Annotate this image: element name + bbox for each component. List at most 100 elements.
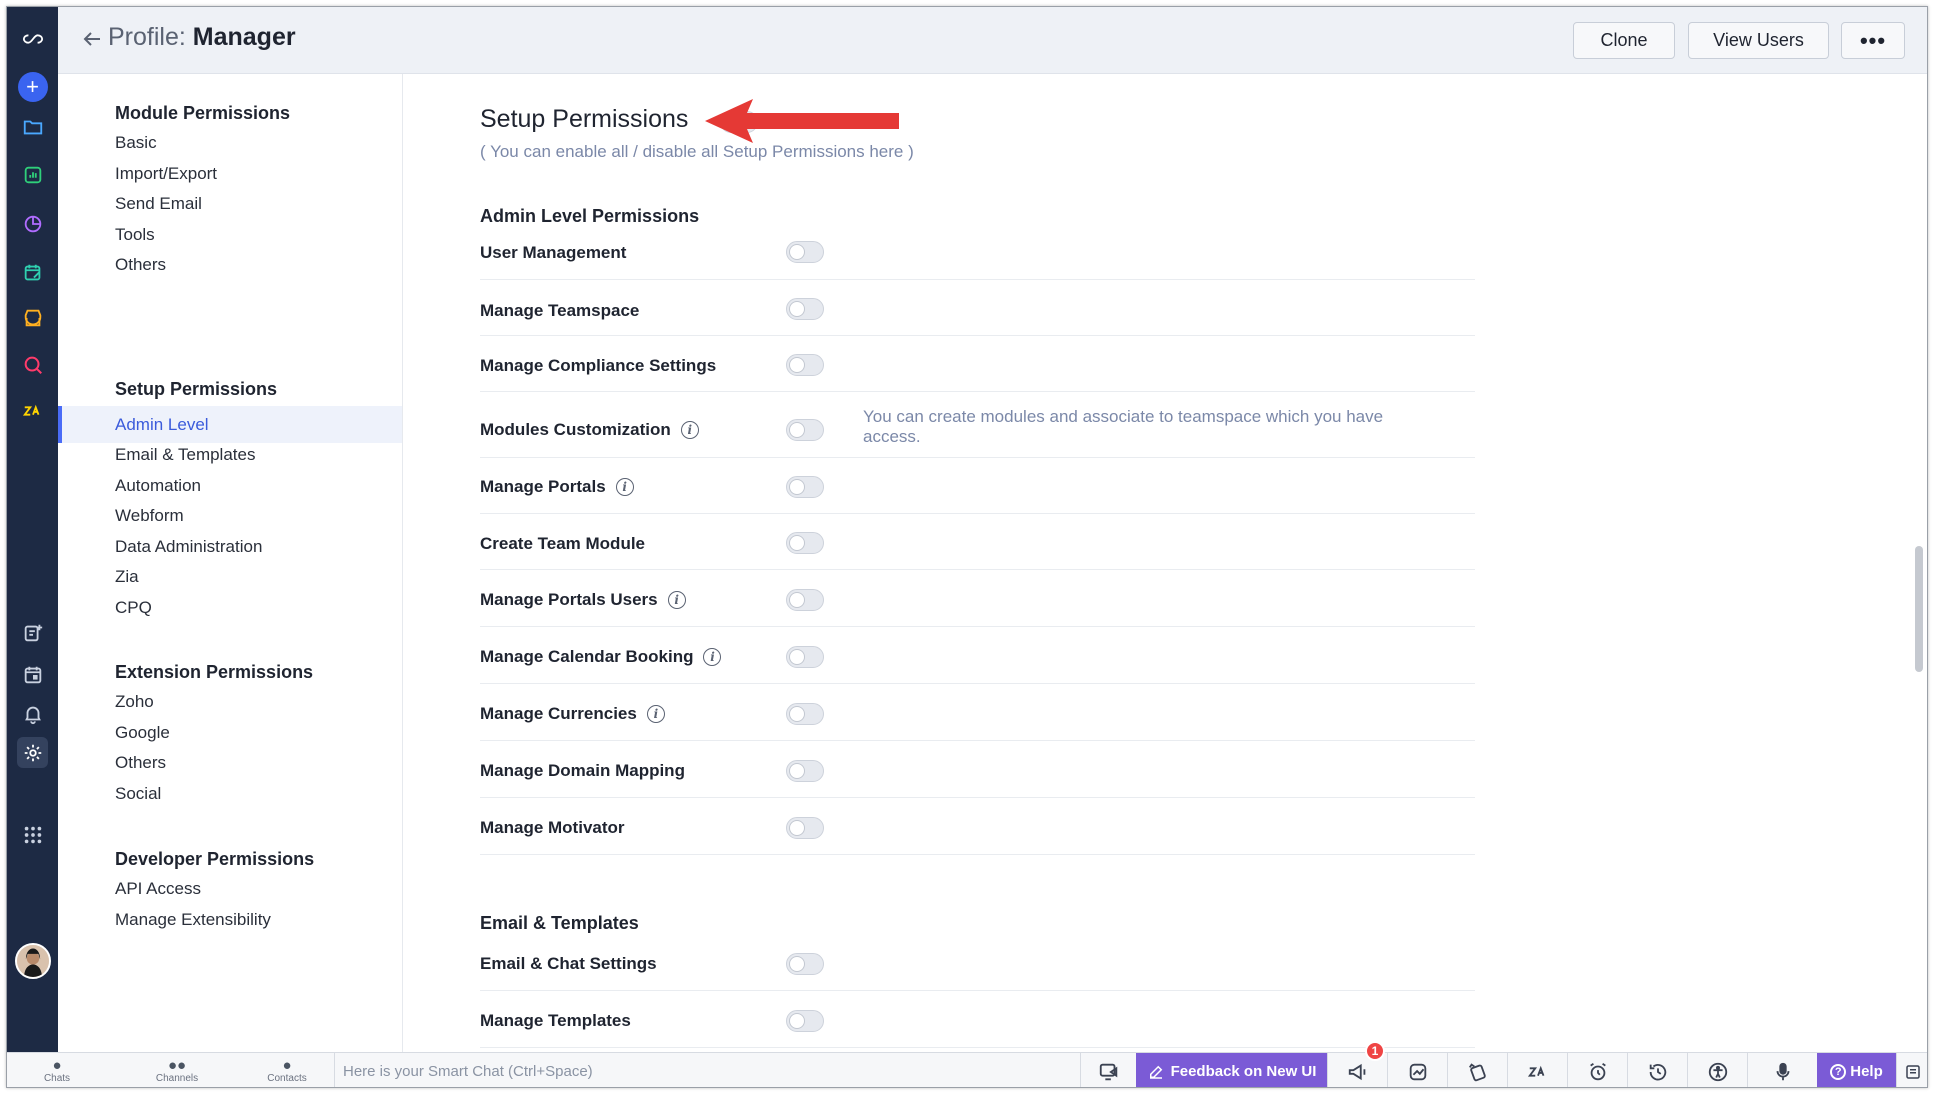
left-rail: + xyxy=(7,7,58,1052)
permission-label: Manage Templates xyxy=(480,1011,631,1030)
clone-button[interactable]: Clone xyxy=(1573,22,1675,59)
nav-section-title: Module Permissions xyxy=(115,103,291,123)
activity-chart-icon[interactable] xyxy=(1387,1053,1447,1087)
vertical-scrollbar[interactable] xyxy=(1915,546,1923,672)
nav-item-others[interactable]: Others xyxy=(115,255,166,275)
info-icon[interactable]: i xyxy=(680,421,699,439)
permission-toggle[interactable] xyxy=(786,1010,824,1032)
permission-toggle[interactable] xyxy=(786,589,824,611)
permission-label: Modules Customization i xyxy=(480,420,699,440)
chats-button[interactable]: ● Chats xyxy=(27,1053,87,1087)
help-button[interactable]: ? Help xyxy=(1817,1053,1896,1087)
permission-description: You can create modules and associate to … xyxy=(863,407,1384,446)
alarm-clock-icon[interactable] xyxy=(1567,1053,1627,1087)
permission-toggle[interactable] xyxy=(786,476,824,498)
folder-icon[interactable] xyxy=(17,111,48,142)
user-avatar[interactable] xyxy=(15,943,51,979)
apps-grid-icon[interactable] xyxy=(17,819,48,850)
annotation-arrow-icon xyxy=(705,99,899,143)
permission-label: User Management xyxy=(480,243,627,262)
nav-item-manage-extensibility[interactable]: Manage Extensibility xyxy=(115,910,271,930)
page-title: Profile: Manager xyxy=(108,23,296,52)
nav-item-send-email[interactable]: Send Email xyxy=(115,194,202,214)
notes-icon[interactable] xyxy=(1896,1053,1927,1087)
nav-item-cpq[interactable]: CPQ xyxy=(115,598,152,618)
more-options-button[interactable]: ••• xyxy=(1841,22,1905,59)
bell-icon[interactable] xyxy=(17,698,48,729)
permissions-subnav: Module Permissions Basic Import/Export S… xyxy=(58,74,403,1052)
nav-item-social[interactable]: Social xyxy=(115,784,161,804)
permission-row: Manage Portals Users i xyxy=(480,570,1475,627)
channels-button[interactable]: ●● Channels xyxy=(137,1053,217,1087)
nav-item-email-templates[interactable]: Email & Templates xyxy=(115,445,255,465)
zia-assistant-icon[interactable] xyxy=(1507,1053,1567,1087)
nav-item-zoho[interactable]: Zoho xyxy=(115,692,154,712)
notification-badge: 1 xyxy=(1365,1041,1385,1061)
permission-label: Manage Domain Mapping xyxy=(480,761,685,780)
info-icon[interactable]: i xyxy=(667,591,686,609)
permission-toggle[interactable] xyxy=(786,419,824,441)
nav-item-admin-level[interactable]: Admin Level xyxy=(115,415,209,435)
store-icon[interactable] xyxy=(17,302,48,333)
contacts-button[interactable]: ● Contacts xyxy=(247,1053,327,1087)
nav-item-basic[interactable]: Basic xyxy=(115,133,157,153)
permission-label: Manage Calendar Booking i xyxy=(480,647,722,667)
accessibility-icon[interactable] xyxy=(1687,1053,1747,1087)
back-arrow-icon[interactable] xyxy=(80,27,104,51)
permission-toggle[interactable] xyxy=(786,953,824,975)
permission-row: Manage Templates xyxy=(480,991,1475,1048)
zia-icon[interactable] xyxy=(17,395,48,426)
bottom-bar: ● Chats ●● Channels ● Contacts Here is y… xyxy=(7,1041,1927,1087)
smart-chat-input[interactable]: Here is your Smart Chat (Ctrl+Space) xyxy=(334,1053,1074,1087)
permission-row: Manage Compliance Settings xyxy=(480,336,1475,392)
feedback-button[interactable]: Feedback on New UI xyxy=(1136,1053,1327,1087)
info-icon[interactable]: i xyxy=(646,705,665,723)
permission-row: Manage Teamspace xyxy=(480,280,1475,336)
nav-item-tools[interactable]: Tools xyxy=(115,225,155,245)
calendar-icon[interactable] xyxy=(17,659,48,690)
permission-label: Manage Portals i xyxy=(480,477,634,497)
permission-row: Email & Chat Settings xyxy=(480,934,1475,991)
permission-toggle[interactable] xyxy=(786,532,824,554)
search-icon[interactable] xyxy=(17,349,48,380)
create-icon[interactable]: + xyxy=(17,71,48,102)
permission-toggle[interactable] xyxy=(786,241,824,263)
microphone-icon[interactable] xyxy=(1747,1053,1817,1087)
nav-item-zia[interactable]: Zia xyxy=(115,567,139,587)
permission-label: Manage Teamspace xyxy=(480,301,640,320)
nav-item-google[interactable]: Google xyxy=(115,723,170,743)
calendar-edit-icon[interactable] xyxy=(17,257,48,288)
notes-add-icon[interactable] xyxy=(17,617,48,648)
permission-label: Email & Chat Settings xyxy=(480,954,657,973)
analytics-icon[interactable] xyxy=(17,159,48,190)
group-title: Email & Templates xyxy=(480,913,639,933)
permission-toggle[interactable] xyxy=(786,760,824,782)
nav-item-webform[interactable]: Webform xyxy=(115,506,184,526)
screen-share-icon[interactable] xyxy=(1080,1053,1136,1087)
permission-toggle[interactable] xyxy=(786,646,824,668)
settings-gear-icon[interactable] xyxy=(17,737,48,768)
info-icon[interactable]: i xyxy=(615,478,634,496)
nav-item-import-export[interactable]: Import/Export xyxy=(115,164,217,184)
nav-item-automation[interactable]: Automation xyxy=(115,476,201,496)
reports-icon[interactable] xyxy=(17,208,48,239)
nav-item-api-access[interactable]: API Access xyxy=(115,879,201,899)
permission-row: Create Team Module xyxy=(480,514,1475,570)
app-logo-icon[interactable] xyxy=(17,23,48,54)
permission-toggle[interactable] xyxy=(786,354,824,376)
nav-section-title: Developer Permissions xyxy=(115,849,315,869)
permission-toggle[interactable] xyxy=(786,817,824,839)
help-question-icon: ? xyxy=(1830,1063,1847,1080)
permission-label: Manage Motivator xyxy=(480,818,625,837)
permission-toggle[interactable] xyxy=(786,298,824,320)
permission-toggle[interactable] xyxy=(786,703,824,725)
rotate-device-icon[interactable] xyxy=(1447,1053,1507,1087)
page-title-prefix: Profile: xyxy=(108,23,186,51)
active-item-highlight xyxy=(58,406,402,443)
nav-item-data-administration[interactable]: Data Administration xyxy=(115,537,262,557)
nav-item-others-extension[interactable]: Others xyxy=(115,753,166,773)
view-users-button[interactable]: View Users xyxy=(1688,22,1829,59)
info-icon[interactable]: i xyxy=(703,648,722,666)
history-icon[interactable] xyxy=(1627,1053,1687,1087)
edit-icon xyxy=(1149,1065,1162,1079)
